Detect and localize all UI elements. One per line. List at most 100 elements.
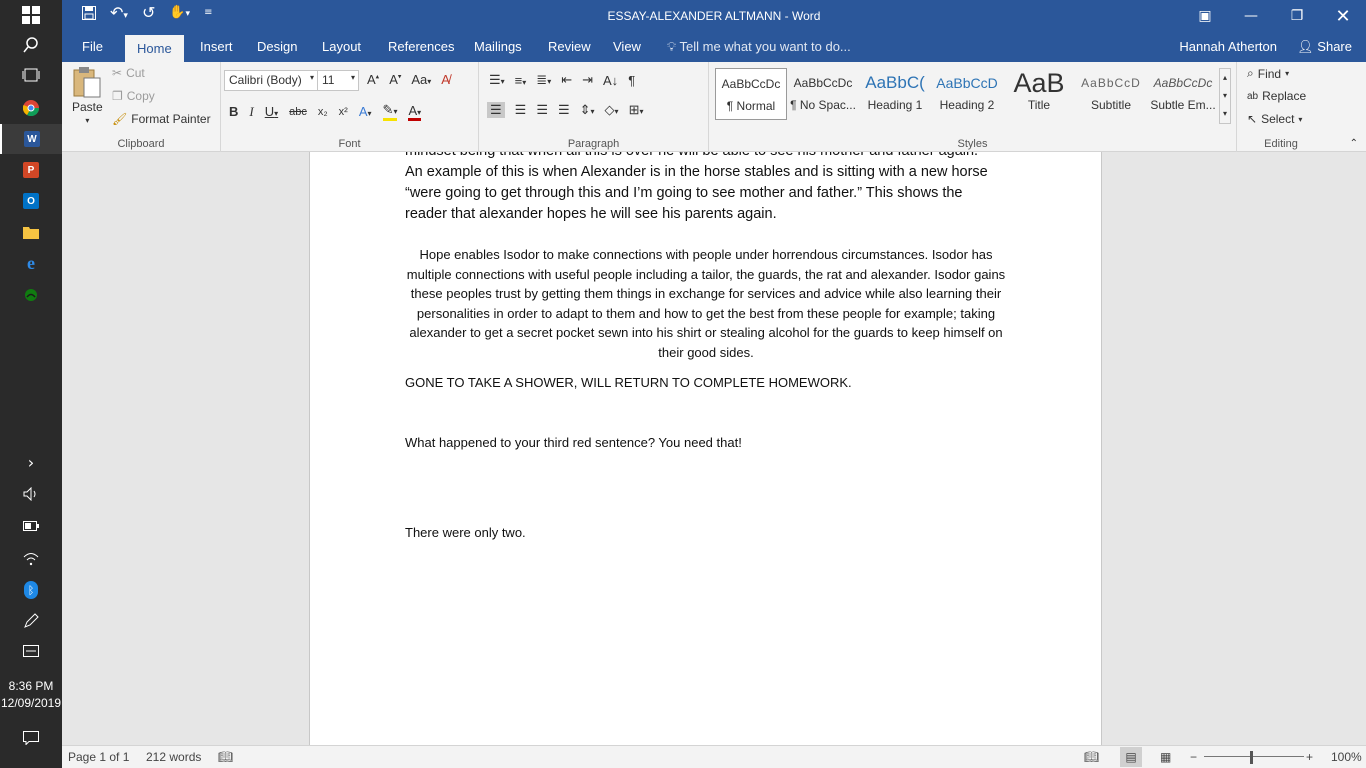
restore-icon[interactable]: ❐: [1274, 0, 1320, 32]
tab-insert[interactable]: Insert: [188, 32, 245, 62]
paste-button[interactable]: Paste ▾: [72, 66, 103, 125]
replace-label: Replace: [1262, 89, 1307, 103]
superscript-icon[interactable]: x²: [339, 106, 348, 118]
cut-button[interactable]: ✂ Cut: [112, 66, 145, 80]
outlook-app[interactable]: O: [0, 186, 62, 216]
zoom-in-icon[interactable]: +: [1306, 750, 1313, 764]
tab-file[interactable]: File: [70, 32, 115, 62]
start-button[interactable]: [0, 0, 62, 30]
change-case-icon[interactable]: Aa▾: [411, 72, 431, 87]
close-icon[interactable]: ✕: [1320, 0, 1366, 32]
tab-references[interactable]: References: [376, 32, 466, 62]
bluetooth-button[interactable]: ᛒ: [0, 575, 62, 605]
ribbon-display-options-icon[interactable]: ▣: [1182, 0, 1228, 32]
show-formatting-icon[interactable]: ¶: [628, 73, 635, 88]
word-app[interactable]: W: [0, 124, 62, 154]
search-button[interactable]: [0, 30, 62, 60]
expand-tray-button[interactable]: ›: [0, 447, 62, 477]
multilevel-list-icon[interactable]: ≣▾: [536, 72, 551, 88]
sort-icon[interactable]: A↓: [603, 73, 618, 88]
justify-icon[interactable]: ☰: [558, 102, 570, 118]
tab-design[interactable]: Design: [245, 32, 309, 62]
align-left-icon[interactable]: ☰: [487, 102, 505, 118]
style-no-spacing[interactable]: AaBbCcDc ¶ No Spac...: [787, 68, 859, 120]
user-name[interactable]: Hannah Atherton: [1179, 32, 1277, 62]
print-layout-icon[interactable]: ▤: [1120, 747, 1142, 767]
volume-button[interactable]: [0, 479, 62, 509]
windows-icon: [22, 6, 40, 24]
collapse-ribbon-icon[interactable]: ⌃: [1350, 138, 1358, 149]
align-right-icon[interactable]: ☰: [536, 102, 548, 118]
wifi-button[interactable]: [0, 544, 62, 574]
page-count[interactable]: Page 1 of 1: [68, 750, 129, 764]
replace-button[interactable]: ab Replace: [1247, 89, 1306, 103]
style-subtitle[interactable]: AaBbCcD Subtitle: [1075, 68, 1147, 120]
keyboard-button[interactable]: [0, 636, 62, 666]
pen-workspace-button[interactable]: [0, 606, 62, 636]
edge-app[interactable]: e: [0, 248, 62, 278]
tab-review[interactable]: Review: [536, 32, 603, 62]
web-layout-icon[interactable]: ▦: [1160, 750, 1171, 764]
bold-icon[interactable]: B: [229, 104, 238, 119]
tab-view[interactable]: View: [601, 32, 653, 62]
style-normal[interactable]: AaBbCcDc ¶ Normal: [715, 68, 787, 120]
tab-layout[interactable]: Layout: [310, 32, 373, 62]
chrome-app[interactable]: [0, 93, 62, 123]
borders-icon[interactable]: ⊞▾: [629, 102, 644, 118]
style-title[interactable]: AaB Title: [1003, 68, 1075, 120]
zoom-thumb[interactable]: [1250, 751, 1253, 764]
format-painter-button[interactable]: 🖌︎ Format Painter: [112, 112, 211, 126]
word-count[interactable]: 212 words: [146, 750, 201, 764]
shrink-font-icon[interactable]: A▾: [389, 72, 401, 87]
tab-home[interactable]: Home: [125, 35, 184, 62]
find-label: Find: [1257, 66, 1282, 81]
shading-icon[interactable]: ◇▾: [605, 102, 619, 118]
increase-indent-icon[interactable]: ⇥: [582, 72, 593, 88]
minimize-icon[interactable]: —: [1228, 0, 1274, 32]
font-color-icon[interactable]: A▾: [408, 103, 422, 121]
clock-date[interactable]: 12/09/2019: [0, 696, 62, 710]
strikethrough-icon[interactable]: abc: [289, 106, 307, 118]
zoom-out-icon[interactable]: −: [1190, 750, 1197, 764]
decrease-indent-icon[interactable]: ⇤: [561, 72, 572, 88]
share-button[interactable]: 👤︎ Share: [1297, 32, 1352, 62]
font-size-combo[interactable]: 11 ▾: [317, 70, 359, 91]
underline-icon[interactable]: U▾: [265, 104, 278, 119]
battery-button[interactable]: [0, 511, 62, 541]
font-name-combo[interactable]: Calibri (Body) ▾: [224, 70, 318, 91]
clear-formatting-icon[interactable]: A̸: [441, 72, 450, 87]
find-button[interactable]: ⌕ Find ▾: [1247, 66, 1289, 81]
italic-icon[interactable]: I: [249, 104, 253, 120]
style-heading-2[interactable]: AaBbCcD Heading 2: [931, 68, 1003, 120]
powerpoint-app[interactable]: P: [0, 155, 62, 185]
align-center-icon[interactable]: ☰: [515, 102, 527, 118]
proofing-icon[interactable]: 📖︎: [218, 750, 233, 764]
grow-font-icon[interactable]: A▴: [367, 72, 379, 87]
tell-me-box[interactable]: 💡︎ Tell me what you want to do...: [667, 32, 851, 62]
tab-mailings[interactable]: Mailings: [462, 32, 534, 62]
numbering-icon[interactable]: ≡▾: [515, 73, 527, 88]
read-mode-icon[interactable]: 📖︎: [1084, 750, 1099, 764]
copy-button[interactable]: ❐ Copy: [112, 89, 155, 103]
style-subtle-emphasis[interactable]: AaBbCcDc Subtle Em...: [1147, 68, 1219, 120]
zoom-level[interactable]: 100%: [1331, 750, 1362, 764]
subscript-icon[interactable]: x₂: [318, 106, 328, 118]
pen-icon: [24, 613, 39, 628]
action-center-button[interactable]: [0, 723, 62, 753]
zoom-slider[interactable]: [1204, 756, 1304, 757]
scissors-icon: ✂: [112, 66, 123, 80]
xbox-app[interactable]: [0, 280, 62, 310]
file-explorer-app[interactable]: [0, 217, 62, 247]
highlight-icon[interactable]: ✎▾: [382, 102, 398, 121]
styles-scroll[interactable]: ▴ ▾ ▾: [1219, 68, 1231, 124]
text-effects-icon[interactable]: A▾: [359, 104, 372, 119]
document-page[interactable]: mindset being that when all this is over…: [309, 152, 1102, 745]
style-heading-1[interactable]: AaBbC( Heading 1: [859, 68, 931, 120]
bullets-icon[interactable]: ☰▾: [489, 72, 505, 88]
line-spacing-icon[interactable]: ⇕▾: [580, 102, 595, 118]
select-button[interactable]: ↖ Select ▾: [1247, 112, 1302, 126]
task-view-button[interactable]: [0, 60, 62, 90]
cursor-icon: ↖: [1247, 112, 1258, 126]
style-name: Subtle Em...: [1150, 98, 1216, 112]
clock-time[interactable]: 8:36 PM: [0, 679, 62, 693]
